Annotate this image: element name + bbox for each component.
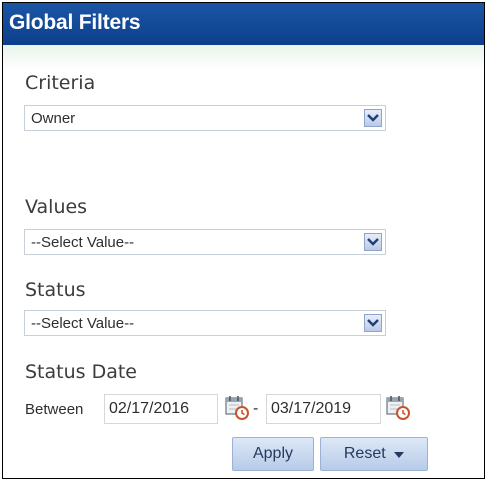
reset-button[interactable]: Reset — [320, 437, 428, 471]
values-select[interactable]: --Select Value-- — [24, 229, 386, 255]
chevron-down-icon[interactable] — [364, 314, 382, 332]
chevron-down-icon[interactable] — [364, 233, 382, 251]
global-filters-panel: Global Filters Criteria Owner Values --S… — [2, 2, 485, 479]
end-date-input[interactable]: 03/17/2019 — [266, 394, 381, 424]
reset-button-label: Reset — [343, 445, 386, 463]
criteria-section — [3, 45, 484, 157]
apply-button[interactable]: Apply — [232, 437, 314, 471]
date-range-separator: - — [253, 400, 259, 417]
status-select[interactable]: --Select Value-- — [24, 310, 386, 336]
calendar-clock-icon[interactable] — [224, 393, 250, 421]
calendar-clock-icon[interactable] — [385, 393, 411, 421]
chevron-down-icon[interactable] — [364, 109, 382, 127]
apply-button-label: Apply — [252, 445, 294, 462]
criteria-selected-value: Owner — [31, 110, 76, 127]
criteria-select[interactable]: Owner — [24, 105, 386, 131]
status-label: Status — [25, 279, 86, 301]
caret-down-icon — [394, 438, 405, 470]
status-date-label: Status Date — [25, 361, 137, 383]
values-selected-value: --Select Value-- — [31, 234, 135, 251]
criteria-label: Criteria — [25, 72, 96, 94]
panel-title: Global Filters — [9, 11, 141, 34]
status-selected-value: --Select Value-- — [31, 315, 135, 332]
start-date-input[interactable]: 02/17/2016 — [104, 394, 218, 424]
between-label: Between — [25, 401, 84, 418]
values-label: Values — [25, 196, 88, 218]
panel-header: Global Filters — [3, 3, 484, 45]
